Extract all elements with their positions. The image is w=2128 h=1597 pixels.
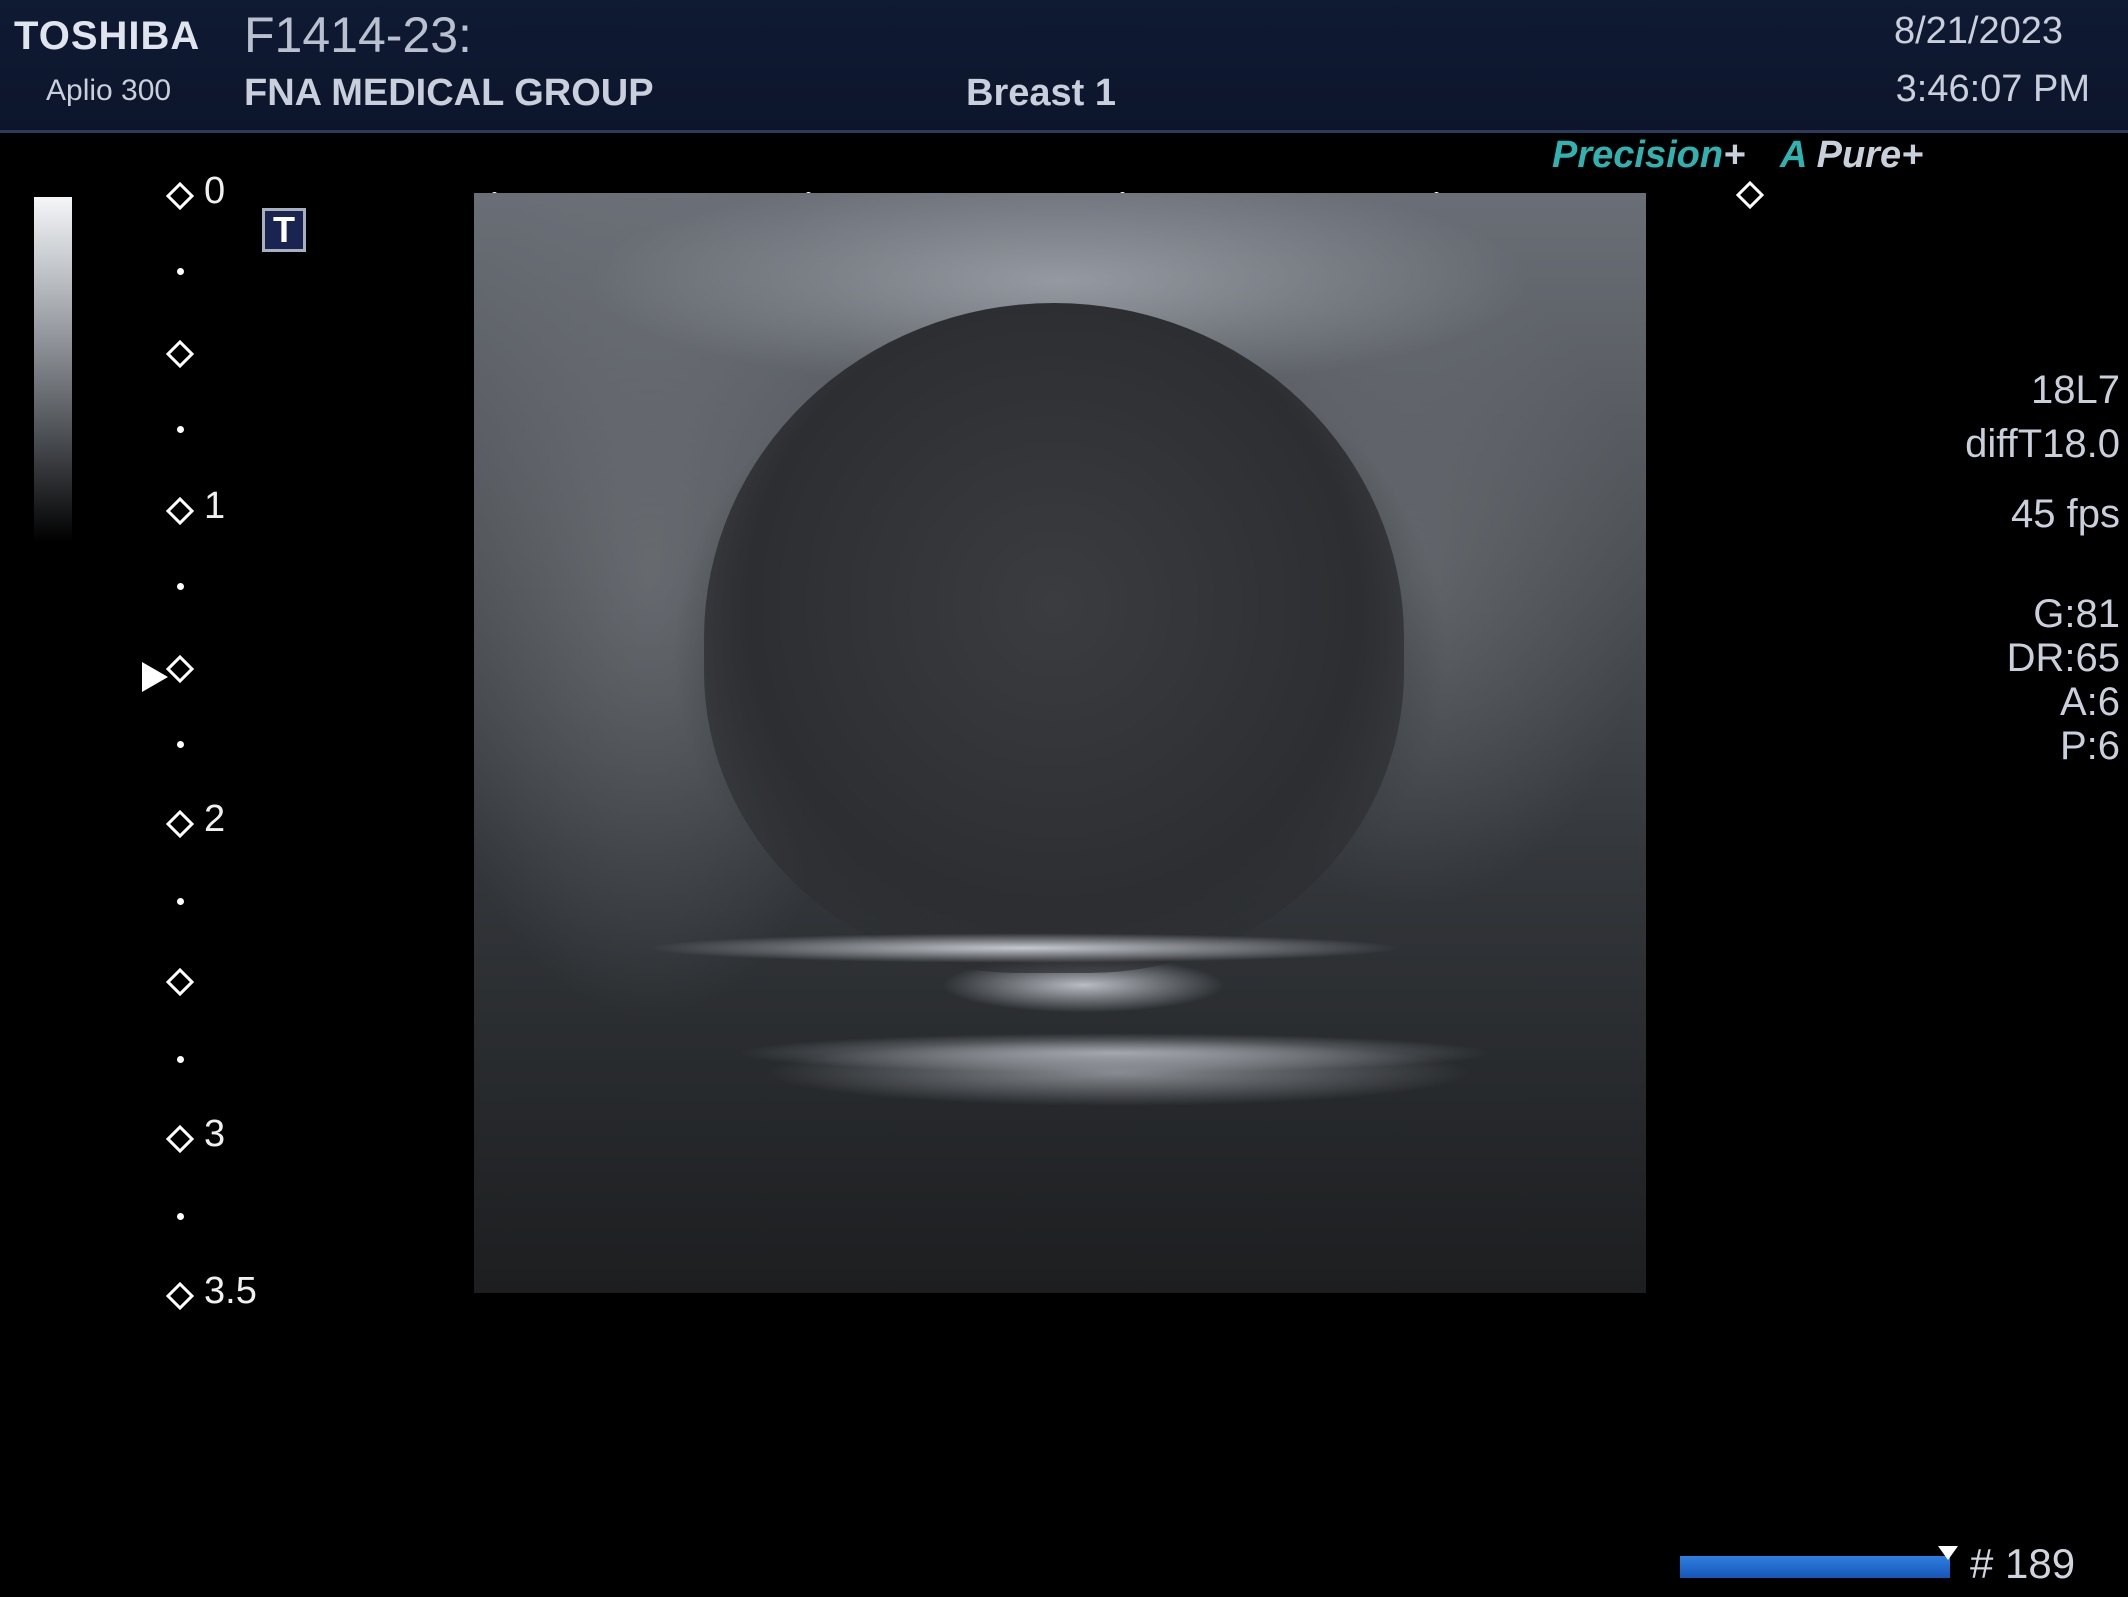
exam-preset: Breast 1 [966, 72, 1116, 114]
institution-name: FNA MEDICAL GROUP [244, 72, 654, 114]
focus-arrow-icon[interactable] [142, 662, 168, 692]
depth-mark [165, 967, 195, 997]
model-name: Aplio 300 [46, 74, 172, 107]
depth-mark [165, 1281, 195, 1311]
breast-mass-region [704, 303, 1404, 973]
depth-tick [177, 898, 184, 905]
header-bar: TOSHIBA Aplio 300 F1414-23: FNA MEDICAL … [0, 0, 2128, 133]
gain-label: G:81 [2033, 592, 2120, 636]
dynamic-range-label: DR:65 [2006, 636, 2120, 680]
depth-tick [177, 583, 184, 590]
depth-mark [165, 181, 195, 211]
precision-plus-sign: + [1723, 134, 1746, 176]
depth-tick [177, 268, 184, 275]
depth-label-3-5: 3.5 [204, 1270, 257, 1312]
exam-date: 8/21/2023 [1893, 10, 2063, 52]
exam-time: 3:46:07 PM [1895, 68, 2090, 110]
cine-position-marker-icon[interactable] [1938, 1546, 1958, 1560]
apure-a-label: A [1780, 134, 1807, 176]
echogenic-band [644, 933, 1404, 963]
depth-tick [177, 426, 184, 433]
depth-mark [165, 654, 195, 684]
brand-logo: TOSHIBA [14, 14, 201, 58]
probe-label: 18L7 [2031, 368, 2120, 412]
depth-label-0: 0 [204, 170, 226, 212]
precision-plus-label: Precision+ [1552, 134, 1745, 177]
depth-mark [165, 1124, 195, 1154]
cine-progress-bar[interactable] [1680, 1556, 1950, 1578]
depth-label-2: 2 [204, 798, 226, 840]
patient-id: F1414-23: [244, 7, 472, 63]
ultrasound-image[interactable] [474, 193, 1646, 1293]
depth-tick [177, 1213, 184, 1220]
depth-label-3: 3 [204, 1113, 226, 1155]
orientation-marker-icon [1735, 180, 1765, 210]
trapezoid-mode-icon[interactable]: T [262, 208, 306, 252]
apure-plus-label: A Pure+ [1780, 134, 1923, 177]
apure-plus-sign: + [1901, 134, 1924, 176]
depth-tick [177, 1056, 184, 1063]
grayscale-bar [34, 197, 72, 542]
imaging-mode-label: diffT18.0 [1965, 422, 2120, 466]
acoustic-power-label: A:6 [2059, 680, 2120, 724]
depth-mark [165, 809, 195, 839]
frame-rate-label: 45 fps [2011, 492, 2120, 536]
depth-mark [165, 496, 195, 526]
depth-label-1: 1 [204, 485, 226, 527]
persistence-label: P:6 [2059, 724, 2120, 768]
echogenic-band [734, 1033, 1494, 1073]
precision-label: Precision [1552, 134, 1724, 176]
frame-number: # 189 [1970, 1540, 2076, 1587]
depth-tick [177, 741, 184, 748]
depth-mark [165, 339, 195, 369]
apure-word-label: Pure [1816, 134, 1902, 176]
